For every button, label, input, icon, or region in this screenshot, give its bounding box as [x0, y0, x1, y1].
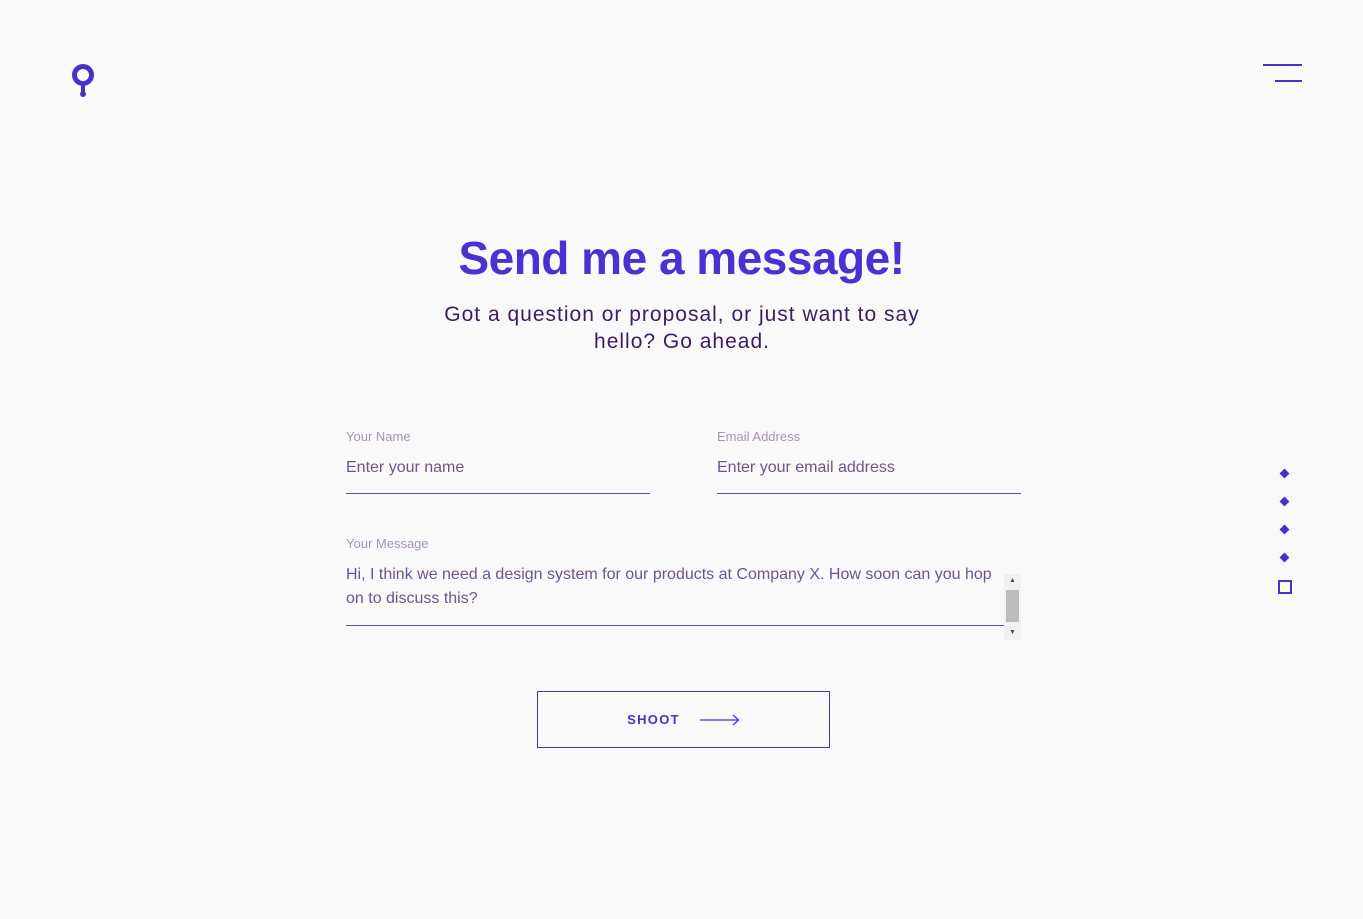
email-field: Email Address — [717, 429, 1021, 494]
page-subtitle: Got a question or proposal, or just want… — [444, 303, 920, 353]
diamond-icon — [1279, 552, 1290, 563]
diamond-icon — [1279, 468, 1290, 479]
email-input[interactable] — [717, 454, 1021, 494]
message-scrollbar[interactable]: ▲ ▼ — [1004, 574, 1021, 640]
message-label: Your Message — [346, 536, 429, 551]
name-field: Your Name — [346, 429, 650, 494]
location-pin-icon — [72, 64, 94, 97]
section-nav-item-4[interactable] — [1272, 546, 1298, 570]
name-input[interactable] — [346, 454, 650, 494]
message-input[interactable]: Hi, I think we need a design system for … — [346, 558, 1006, 624]
scroll-down-arrow-icon[interactable]: ▼ — [1004, 626, 1021, 640]
diamond-icon — [1279, 496, 1290, 507]
section-nav-item-1[interactable] — [1272, 462, 1298, 486]
message-wrapper: Hi, I think we need a design system for … — [346, 558, 1021, 640]
diamond-icon — [1279, 524, 1290, 535]
section-nav-item-3[interactable] — [1272, 518, 1298, 542]
section-nav-item-2[interactable] — [1272, 490, 1298, 514]
hamburger-menu-icon[interactable] — [1258, 58, 1308, 90]
logo[interactable] — [71, 64, 97, 100]
section-nav-item-5-active[interactable] — [1272, 575, 1298, 599]
scrollbar-thumb[interactable] — [1006, 590, 1019, 622]
email-label: Email Address — [717, 429, 801, 444]
page-title: Send me a message! — [458, 232, 905, 284]
shoot-button-label: SHOOT — [627, 712, 680, 727]
arrow-right-icon — [699, 714, 740, 725]
menu-line-bottom — [1275, 80, 1302, 82]
name-label: Your Name — [346, 429, 411, 444]
scroll-up-arrow-icon[interactable]: ▲ — [1004, 574, 1021, 588]
menu-line-top — [1263, 64, 1302, 66]
shoot-button[interactable]: SHOOT — [537, 691, 830, 748]
message-field: Your Message Hi, I think we need a desig… — [346, 536, 1021, 640]
square-outline-icon — [1278, 580, 1292, 594]
